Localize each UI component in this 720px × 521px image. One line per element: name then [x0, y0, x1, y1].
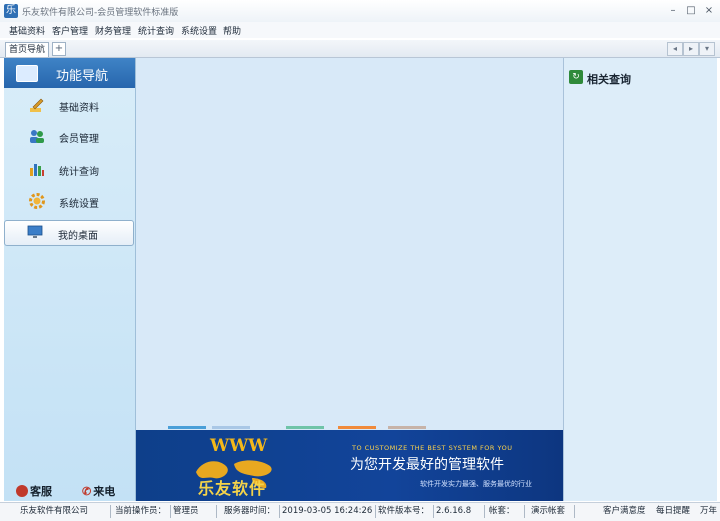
monitor-icon [26, 223, 44, 241]
related-query-title: 相关查询 [587, 73, 631, 86]
sidebar-item-label: 统计查询 [59, 167, 99, 178]
incoming-call-button[interactable]: ✆ 来电 [82, 483, 115, 499]
tab-strip: 首页导航 + ◂ ▸ ▾ [0, 40, 720, 58]
nav-header: 功能导航 [4, 58, 135, 88]
bar-chart-icon [28, 160, 46, 178]
sidebar-item-label: 系统设置 [59, 199, 99, 210]
main-content: WWW 乐友软件 TO CUSTOMIZE THE BEST SYSTEM FO… [136, 58, 563, 501]
sidebar-item-settings[interactable]: 系统设置 [4, 188, 135, 214]
sidebar-item-basic-data[interactable]: 基础资料 [4, 92, 135, 118]
customer-service-button[interactable]: 客服 [16, 483, 52, 499]
related-query-panel: ↻ 相关查询 [563, 58, 717, 501]
menu-customer[interactable]: 客户管理 [52, 24, 88, 37]
sidebar-item-statistics[interactable]: 统计查询 [4, 156, 135, 182]
menu-settings[interactable]: 系统设置 [181, 24, 217, 37]
service-icon [16, 485, 28, 497]
scroll-left-icon[interactable]: ◂ [667, 42, 683, 56]
company-banner: WWW 乐友软件 TO CUSTOMIZE THE BEST SYSTEM FO… [136, 430, 563, 501]
menu-basic-data[interactable]: 基础资料 [9, 24, 45, 37]
status-operator-label: 当前操作员： [115, 505, 171, 518]
window-title: 乐友软件有限公司-会员管理软件标准版 [22, 8, 179, 18]
status-daily-reminder-link[interactable]: 每日提醒 [656, 505, 695, 518]
banner-www: WWW [210, 436, 268, 456]
status-server-time-label: 服务器时间： [224, 505, 280, 518]
sidebar: 功能导航 基础资料 会员管理 统计查询 系统设置 我的桌面 客服 ✆ 来电 [4, 58, 136, 501]
refresh-icon: ↻ [569, 70, 583, 84]
menu-bar: 基础资料 客户管理 财务管理 统计查询 系统设置 帮助 [0, 22, 720, 38]
status-server-time: 2019-03-05 16:24:26 [282, 505, 376, 518]
maximize-button[interactable]: □ [684, 5, 698, 17]
status-company: 乐友软件有限公司 [20, 505, 111, 518]
status-operator: 管理员 [173, 505, 217, 518]
banner-slogan: 为您开发最好的管理软件 [350, 457, 504, 473]
title-bar: 乐 乐友软件有限公司-会员管理软件标准版 – □ × [0, 0, 720, 23]
close-button[interactable]: × [702, 5, 716, 17]
users-icon [28, 127, 46, 145]
add-tab-button[interactable]: + [52, 42, 66, 56]
phone-icon: ✆ [82, 485, 92, 498]
menu-finance[interactable]: 财务管理 [95, 24, 131, 37]
monitor-icon [16, 65, 38, 82]
sidebar-item-label: 会员管理 [59, 134, 99, 145]
menu-statistics[interactable]: 统计查询 [138, 24, 174, 37]
minimize-button[interactable]: – [666, 5, 680, 17]
sidebar-item-my-desktop[interactable]: 我的桌面 [4, 220, 134, 246]
status-version-label: 软件版本号： [378, 505, 434, 518]
menu-help[interactable]: 帮助 [223, 24, 241, 37]
pencil-icon [28, 96, 46, 114]
banner-brand-name: 乐友软件 [198, 479, 267, 498]
banner-subtitle: 软件开发实力最强、服务最优的行业 [420, 480, 532, 488]
status-bar: 乐友软件有限公司 当前操作员： 管理员 服务器时间： 2019-03-05 16… [0, 502, 720, 521]
sidebar-item-label: 基础资料 [59, 103, 99, 114]
sidebar-item-member[interactable]: 会员管理 [4, 123, 135, 149]
status-account: 演示帐套 [531, 505, 575, 518]
banner-english-tagline: TO CUSTOMIZE THE BEST SYSTEM FOR YOU [352, 444, 513, 452]
status-version: 2.6.16.8 [436, 505, 485, 518]
sidebar-item-label: 我的桌面 [58, 231, 98, 242]
status-satisfaction-link[interactable]: 客户满意度 [603, 505, 648, 518]
status-calendar-link[interactable]: 万年 [700, 505, 719, 518]
scroll-right-icon[interactable]: ▸ [683, 42, 699, 56]
status-account-label: 帐套： [489, 505, 525, 518]
app-icon: 乐 [4, 4, 18, 18]
nav-header-title: 功能导航 [56, 69, 109, 84]
gear-icon [28, 192, 46, 210]
tab-list-icon[interactable]: ▾ [699, 42, 715, 56]
tab-home-navigation[interactable]: 首页导航 [5, 42, 50, 57]
